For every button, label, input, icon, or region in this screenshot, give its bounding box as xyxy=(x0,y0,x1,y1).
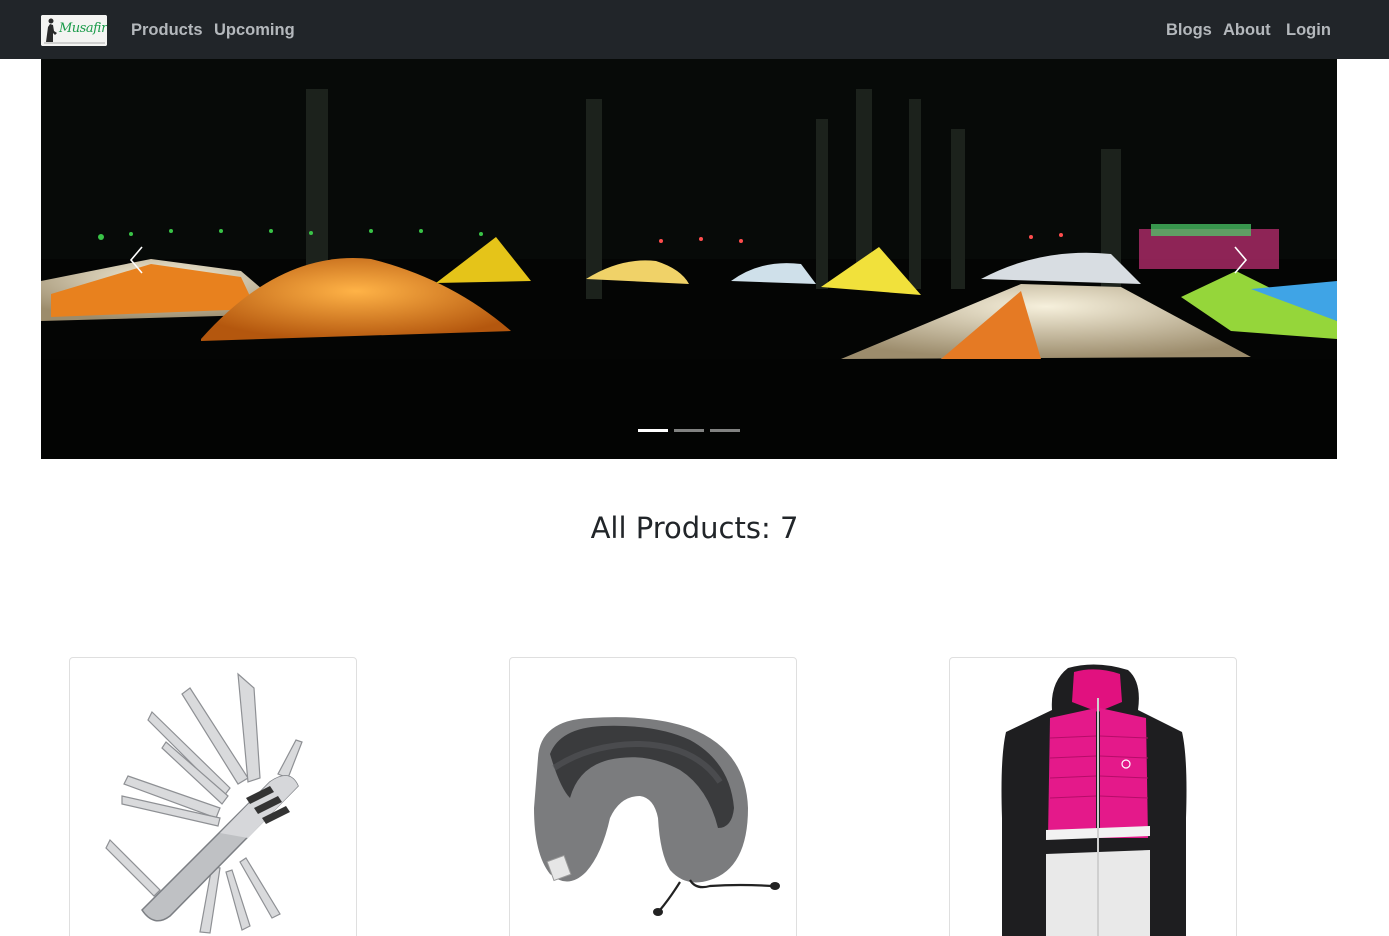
brand-logo[interactable]: Musafir xyxy=(41,15,107,46)
chevron-left-icon xyxy=(129,246,143,274)
carousel-indicators xyxy=(638,429,748,433)
nav-blogs[interactable]: Blogs xyxy=(1166,20,1212,40)
navbar: Musafir Products Upcoming Blogs About Lo… xyxy=(0,0,1389,59)
brand-name: Musafir xyxy=(59,21,107,36)
nav-products[interactable]: Products xyxy=(131,20,203,40)
products-count: 7 xyxy=(779,511,799,545)
carousel-next-button[interactable] xyxy=(1224,245,1254,275)
carousel-indicator-1[interactable] xyxy=(638,429,668,432)
products-heading: All Products: 7 xyxy=(0,508,1389,548)
chevron-right-icon xyxy=(1234,246,1248,274)
carousel-prev-button[interactable] xyxy=(123,245,153,275)
product-card-jacket[interactable] xyxy=(949,657,1237,936)
camping-tents-image xyxy=(41,59,1337,459)
multi-tool-knife-image xyxy=(105,672,303,934)
nav-login[interactable]: Login xyxy=(1286,20,1331,40)
nav-upcoming[interactable]: Upcoming xyxy=(214,20,295,40)
products-heading-label: All Products: xyxy=(590,511,771,545)
product-card-neck-pillow[interactable] xyxy=(509,657,797,936)
hero-carousel[interactable] xyxy=(41,59,1337,459)
carousel-indicator-2[interactable] xyxy=(674,429,704,432)
neck-pillow-image xyxy=(534,717,780,916)
pink-jacket-image xyxy=(1001,664,1187,936)
carousel-indicator-3[interactable] xyxy=(710,429,740,432)
nav-about[interactable]: About xyxy=(1223,20,1271,40)
product-card-multitool[interactable] xyxy=(69,657,357,936)
